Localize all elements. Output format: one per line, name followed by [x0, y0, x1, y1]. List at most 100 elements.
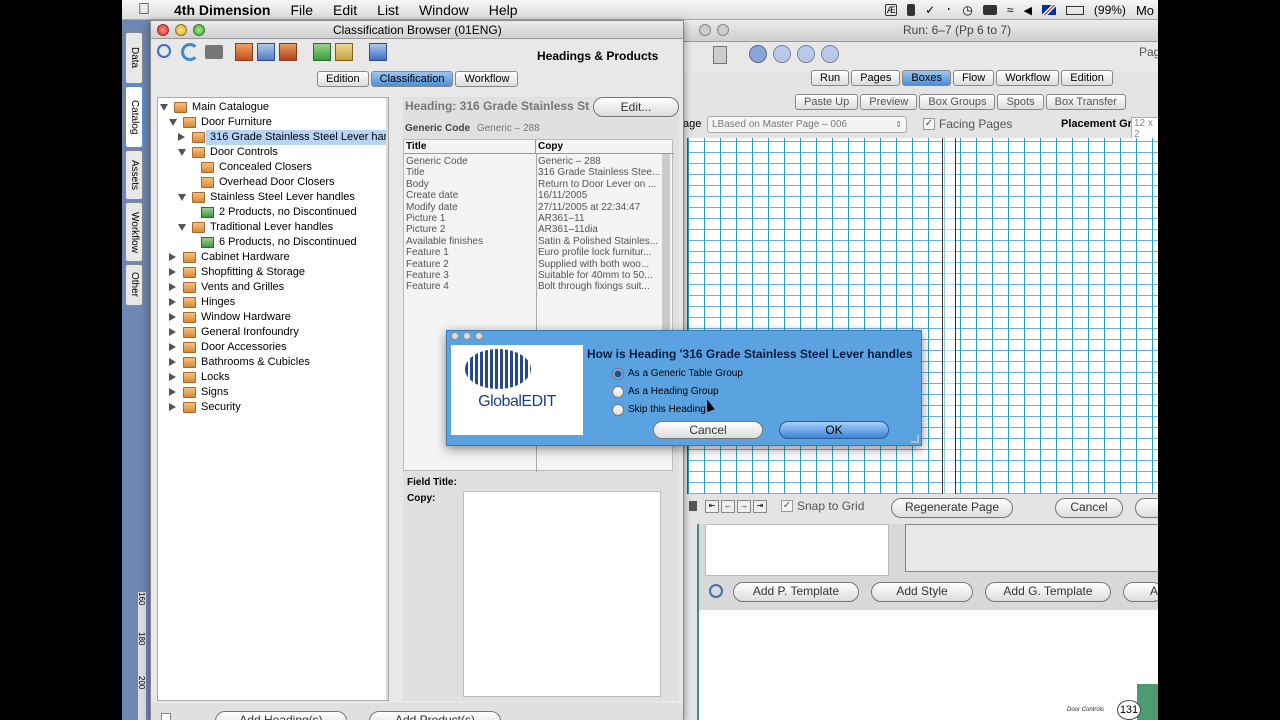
close-icon[interactable]: [157, 24, 169, 36]
dialog-zoom-icon[interactable]: [475, 332, 483, 340]
tab-workflow[interactable]: Workflow: [455, 71, 519, 87]
minimize-icon[interactable]: [717, 24, 729, 36]
trash-small-icon[interactable]: [689, 501, 697, 511]
tree-item[interactable]: 6 Products, no Discontinued: [158, 235, 386, 250]
script-menu-icon[interactable]: Æ: [885, 4, 898, 16]
field-copy-cell[interactable]: 316 Grade Stainless Stee...: [538, 167, 662, 178]
user-menu[interactable]: Mo: [1136, 3, 1154, 18]
close-icon[interactable]: [699, 24, 711, 36]
grid-scrollbar[interactable]: [662, 154, 670, 334]
tab-pages[interactable]: Pages: [851, 70, 901, 86]
zoom-icon[interactable]: [193, 24, 205, 36]
disclosure-open-icon[interactable]: [178, 149, 186, 156]
clock-icon[interactable]: ◷: [962, 3, 972, 17]
tree-item[interactable]: Signs: [158, 385, 386, 400]
add-style-button[interactable]: Add Style: [871, 582, 973, 602]
disclosure-closed-icon[interactable]: [169, 343, 176, 351]
dialog-close-icon[interactable]: [451, 332, 459, 340]
field-title-cell[interactable]: Feature 2: [406, 259, 534, 270]
last-page-icon[interactable]: ⇥: [753, 500, 767, 513]
option-heading-group-radio[interactable]: [612, 386, 624, 398]
side-tab-data[interactable]: Data: [125, 32, 143, 84]
disclosure-open-icon[interactable]: [178, 194, 186, 201]
field-title-cell[interactable]: Feature 4: [406, 281, 534, 292]
field-copy-cell[interactable]: Generic – 288: [538, 156, 662, 167]
subtab-box-groups[interactable]: Box Groups: [919, 94, 996, 110]
trash-icon[interactable]: [713, 46, 727, 64]
first-page-icon[interactable]: ⇤: [705, 500, 719, 513]
subtab-box-transfer[interactable]: Box Transfer: [1045, 94, 1126, 110]
add-heading-button[interactable]: Add Heading(s): [215, 711, 347, 720]
field-title-cell[interactable]: Feature 3: [406, 270, 534, 281]
tree-item[interactable]: General Ironfoundry: [158, 325, 386, 340]
edit-icon[interactable]: [335, 43, 353, 61]
flag-icon[interactable]: [1041, 5, 1056, 15]
minimize-icon[interactable]: [175, 24, 187, 36]
field-copy-cell[interactable]: AR361–11dia: [538, 224, 662, 235]
prev-page-icon[interactable]: ←: [721, 500, 735, 513]
option-heading-group-label[interactable]: As a Heading Group: [628, 386, 719, 397]
tree-item[interactable]: Bathrooms & Cubicles: [158, 355, 386, 370]
tab-run[interactable]: Run: [811, 70, 850, 86]
tree-item[interactable]: Locks: [158, 370, 386, 385]
phone-icon[interactable]: [907, 4, 916, 16]
field-copy-cell[interactable]: AR361–11: [538, 213, 662, 224]
lower-panel-box[interactable]: [905, 524, 1158, 572]
field-copy-cell[interactable]: Euro profile lock furnitur...: [538, 247, 662, 258]
subtab-spots[interactable]: Spots: [997, 94, 1044, 110]
menu-file[interactable]: File: [280, 2, 323, 18]
app-menu[interactable]: 4th Dimension: [164, 2, 280, 18]
field-copy-cell[interactable]: Satin & Polished Stainles...: [538, 236, 662, 247]
display-icon[interactable]: [982, 5, 997, 15]
swap-icon[interactable]: [821, 45, 839, 63]
disclosure-closed-icon[interactable]: [169, 268, 176, 276]
option-generic-table-radio[interactable]: [612, 368, 624, 380]
tab-workflow[interactable]: Workflow: [996, 70, 1060, 86]
tree-item[interactable]: Overhead Door Closers: [158, 175, 386, 190]
disclosure-closed-icon[interactable]: [169, 283, 176, 291]
field-title-cell[interactable]: Create date: [406, 190, 534, 201]
tree-item[interactable]: Shopfitting & Storage: [158, 265, 386, 280]
col-title-header[interactable]: Title: [404, 140, 536, 154]
field-title-cell[interactable]: Generic Code: [406, 156, 534, 167]
col-copy-header[interactable]: Copy: [536, 140, 674, 154]
field-title-cell[interactable]: Available finishes: [406, 236, 534, 247]
field-copy-cell[interactable]: Suitable for 40mm to 50...: [538, 270, 662, 281]
dialog-cancel-button[interactable]: Cancel: [653, 421, 763, 439]
down-icon[interactable]: [797, 45, 815, 63]
field-copy-cell[interactable]: Return to Door Lever on ...: [538, 179, 662, 190]
up-icon[interactable]: [773, 45, 791, 63]
next-page-icon[interactable]: →: [737, 500, 751, 513]
add-product-button[interactable]: Add Product(s): [369, 711, 501, 720]
battery-icon[interactable]: [1065, 5, 1084, 15]
tab-boxes[interactable]: Boxes: [902, 70, 951, 86]
disclosure-closed-icon[interactable]: [169, 313, 176, 321]
tree-item[interactable]: Stainless Steel Lever handles: [158, 190, 386, 205]
snap-to-grid-checkbox[interactable]: ✓: [781, 500, 793, 512]
tab-classification[interactable]: Classification: [370, 71, 454, 87]
disclosure-closed-icon[interactable]: [169, 388, 176, 396]
disclosure-closed-icon[interactable]: [169, 253, 176, 261]
field-title-cell[interactable]: Feature 1: [406, 247, 534, 258]
add-heading-icon[interactable]: [313, 43, 331, 61]
layout-view-icon[interactable]: [257, 43, 275, 61]
sync-icon[interactable]: ✓: [925, 3, 935, 17]
tree-item[interactable]: Vents and Grilles: [158, 280, 386, 295]
run-extra-button[interactable]: [1135, 498, 1158, 518]
option-skip-heading-radio[interactable]: [612, 404, 624, 416]
classification-view-icon[interactable]: [235, 43, 253, 61]
add-p-template-button[interactable]: Add P. Template: [733, 582, 859, 602]
print-icon[interactable]: [205, 45, 223, 59]
disclosure-closed-icon[interactable]: [169, 403, 176, 411]
side-tab-other[interactable]: Other: [125, 264, 143, 306]
side-tab-workflow[interactable]: Workflow: [125, 202, 143, 262]
facing-pages-checkbox[interactable]: ✓: [923, 118, 935, 130]
up-arrow-icon[interactable]: [749, 45, 767, 63]
side-tab-catalog[interactable]: Catalog: [125, 86, 143, 148]
field-copy-cell[interactable]: Supplied with both woo...: [538, 259, 662, 270]
refresh-icon[interactable]: [181, 43, 199, 61]
field-title-cell[interactable]: Body: [406, 179, 534, 190]
field-title-cell[interactable]: Modify date: [406, 202, 534, 213]
disclosure-closed-icon[interactable]: [169, 373, 176, 381]
classification-tree[interactable]: Main Catalogue Door Furniture 316 Grade St…: [157, 97, 389, 701]
